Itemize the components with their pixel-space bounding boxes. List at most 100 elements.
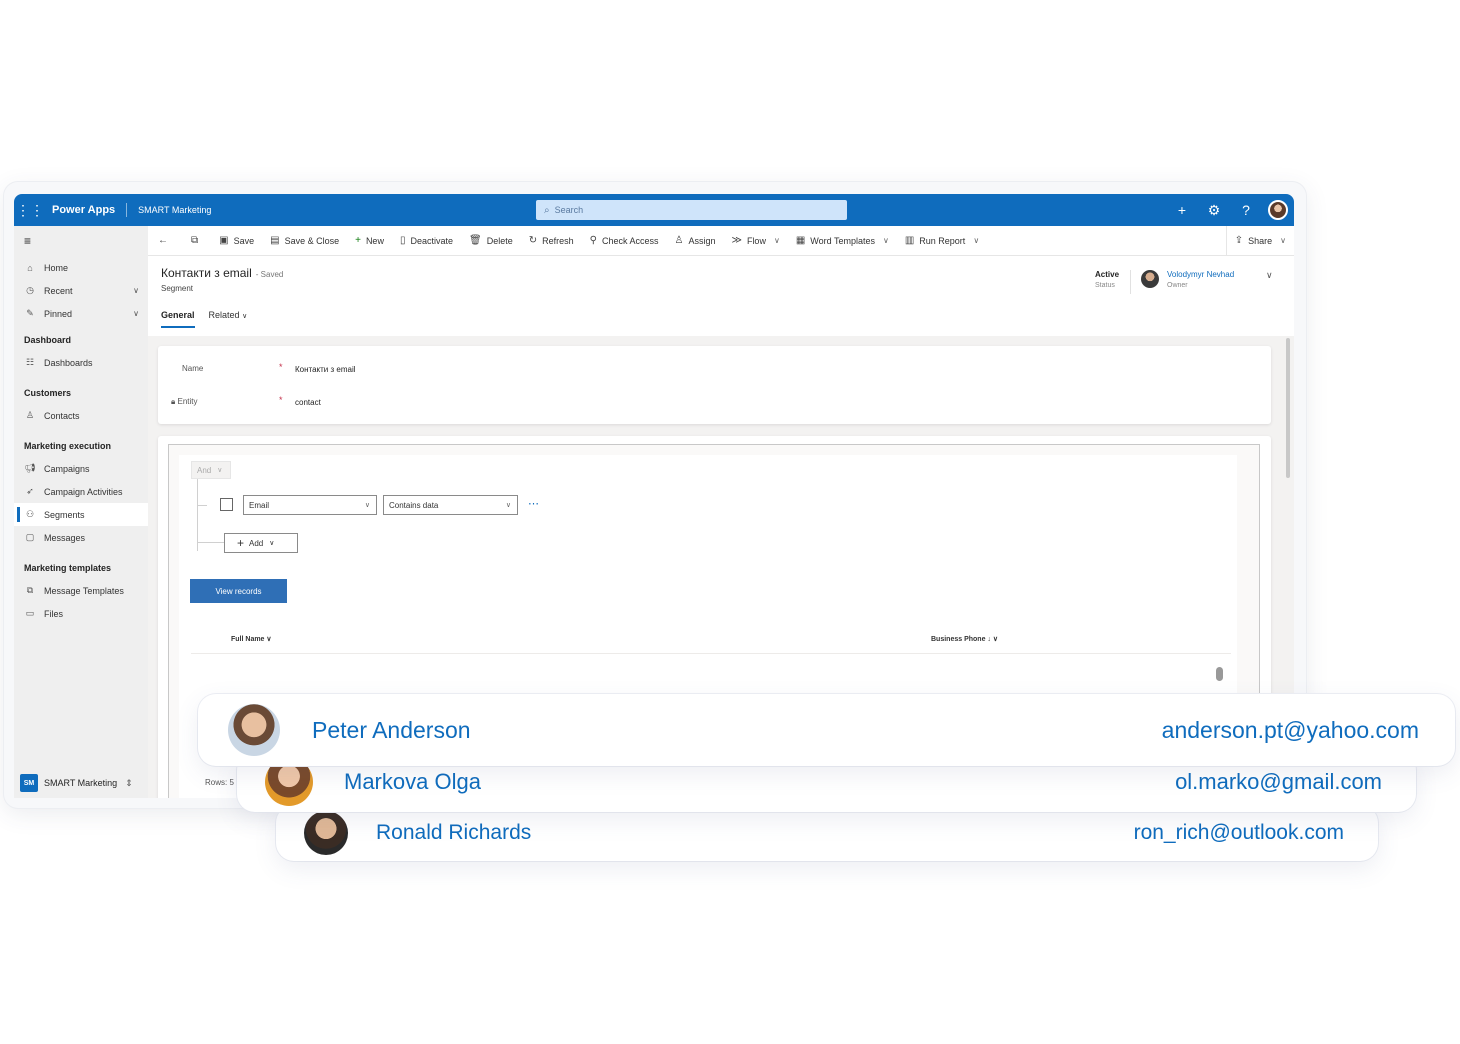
owner-name[interactable]: Volodymyr Nevhad (1167, 270, 1234, 279)
more-options-icon[interactable]: ⋯ (528, 497, 539, 510)
top-actions: + ⚙ ? (1166, 194, 1294, 226)
delete-button[interactable]: 🗑︎ Delete (461, 226, 521, 256)
owner-field: Volodymyr Nevhad Owner (1141, 270, 1234, 289)
dashboard-icon: ☷ (25, 357, 35, 367)
chevron-down-icon: ∨ (242, 313, 248, 320)
assign-label: Assign (688, 235, 716, 246)
chevron-down-icon: ∨ (973, 236, 980, 245)
report-icon: ▥ (904, 235, 915, 246)
check-access-button[interactable]: ⚲ Check Access (582, 226, 667, 256)
sidebar-item-files[interactable]: ▭ Files (14, 602, 148, 625)
sidebar-item-message-templates[interactable]: ⧉ Message Templates (14, 579, 148, 602)
page-scrollbar[interactable] (1286, 338, 1290, 478)
check-access-label: Check Access (601, 235, 659, 246)
search-icon: ⌕ (544, 204, 550, 216)
sidebar-item-contacts[interactable]: ♙ Contacts (14, 404, 148, 427)
delete-label: Delete (486, 235, 513, 246)
entity-field-label-row: 🔒︎ Entity (171, 397, 198, 407)
deactivate-label: Deactivate (410, 235, 453, 246)
area-switcher[interactable]: SM SMART Marketing ⇕ (14, 768, 148, 798)
tab-related[interactable]: Related ∨ (209, 310, 248, 328)
word-icon: ▦ (795, 235, 806, 246)
tab-general[interactable]: General (161, 310, 195, 328)
sidebar-item-home[interactable]: ⌂ Home (14, 256, 148, 279)
required-indicator: * (279, 362, 283, 372)
sidebar-item-campaigns[interactable]: 📢︎ Campaigns (14, 457, 148, 480)
sidebar: ≡ ⌂ Home ◷ Recent ∨ ✎ Pinned ∨ Dashboard ☷ Das… (14, 226, 148, 798)
name-field-label: Name (182, 364, 204, 373)
pin-icon: ✎ (26, 308, 34, 318)
sidebar-item-messages[interactable]: ▢ Messages (14, 526, 148, 549)
operator-select[interactable]: Contains data ∨ (383, 495, 518, 515)
sidebar-item-label: Campaigns (44, 463, 90, 474)
clock-icon: ◷ (26, 285, 34, 295)
share-icon: ⇪ (1234, 235, 1244, 246)
home-icon: ⌂ (27, 262, 33, 273)
brand-name[interactable]: Power Apps (52, 204, 115, 216)
search-input[interactable]: ⌕ Search (536, 200, 847, 220)
people-icon: ⚇ (25, 509, 35, 519)
chevron-down-icon: ∨ (266, 636, 272, 643)
chevron-down-icon[interactable]: ∨ (133, 286, 139, 295)
back-button[interactable]: ← (148, 226, 183, 256)
refresh-button[interactable]: ↻ Refresh (521, 226, 582, 256)
help-icon[interactable]: ? (1230, 202, 1262, 218)
rocket-icon: ➶ (26, 486, 34, 496)
assign-button[interactable]: ♙ Assign (666, 226, 723, 256)
run-report-button[interactable]: ▥ Run Report ∨ (897, 226, 987, 256)
open-window-icon: ⧉ (191, 235, 199, 246)
search-placeholder: Search (554, 205, 584, 215)
contact-name: Ronald Richards (376, 821, 532, 844)
add-label: Add (249, 538, 264, 548)
document-icon: ▯ (399, 235, 406, 246)
user-avatar[interactable] (1268, 200, 1288, 220)
word-templates-button[interactable]: ▦ Word Templates ∨ (788, 226, 897, 256)
grid-divider (191, 653, 1231, 654)
chevron-down-icon: ∨ (505, 502, 511, 509)
sidebar-item-segments[interactable]: ⚇ Segments (14, 503, 148, 526)
condition-checkbox[interactable] (220, 498, 233, 511)
chevron-down-icon[interactable]: ∨ (133, 309, 139, 318)
grid-scrollbar[interactable] (1216, 667, 1223, 681)
contact-avatar (228, 704, 280, 756)
app-launcher-icon[interactable]: ⋮⋮ (14, 194, 46, 226)
contact-card[interactable]: Peter Anderson anderson.pt@yahoo.com (198, 694, 1455, 766)
save-close-button[interactable]: ▤ Save & Close (262, 226, 347, 256)
contact-card[interactable]: Ronald Richards ron_rich@outlook.com (276, 805, 1378, 861)
top-bar: ⋮⋮ Power Apps SMART Marketing ⌕ Search +… (14, 194, 1294, 226)
app-name[interactable]: SMART Marketing (138, 205, 211, 215)
sidebar-group-title: Marketing execution (24, 441, 112, 451)
megaphone-icon: 📢︎ (24, 463, 36, 473)
gear-icon[interactable]: ⚙ (1198, 202, 1230, 219)
tree-line (197, 542, 227, 543)
save-button[interactable]: ▣ Save (211, 226, 262, 256)
group-operator-select[interactable]: And ∨ (191, 461, 231, 479)
sidebar-item-recent[interactable]: ◷ Recent ∨ (14, 279, 148, 302)
hamburger-icon[interactable]: ≡ (14, 226, 148, 256)
new-button[interactable]: + New (347, 226, 392, 256)
sidebar-item-campaign-activities[interactable]: ➶ Campaign Activities (14, 480, 148, 503)
view-records-button[interactable]: View records (190, 579, 287, 603)
column-header-full-name[interactable]: Full Name ∨ (231, 635, 272, 643)
tree-line (197, 479, 198, 551)
sidebar-item-label: Pinned (44, 308, 73, 319)
share-button[interactable]: ⇪ Share ∨ (1225, 225, 1294, 256)
sidebar-item-pinned[interactable]: ✎ Pinned ∨ (14, 302, 148, 325)
add-condition-button[interactable]: + Add ∨ (224, 533, 298, 553)
sidebar-item-dashboards[interactable]: ☷ Dashboards (14, 351, 148, 374)
chevron-down-icon[interactable]: ∨ (1266, 270, 1273, 281)
field-select[interactable]: Email ∨ (243, 495, 377, 515)
sidebar-item-label: Campaign Activities (44, 486, 123, 497)
deactivate-button[interactable]: ▯ Deactivate (392, 226, 461, 256)
sidebar-group-title: Customers (24, 388, 72, 398)
required-indicator: * (279, 395, 283, 405)
row-count: Rows: 5 (205, 778, 234, 787)
open-new-window-button[interactable]: ⧉ (183, 226, 211, 256)
template-icon: ⧉ (26, 585, 34, 595)
column-header-business-phone[interactable]: Business Phone ↓ ∨ (931, 635, 998, 643)
owner-label: Owner (1167, 282, 1188, 289)
plus-icon[interactable]: + (1166, 202, 1198, 218)
name-field[interactable]: Контакти з email (295, 365, 356, 374)
image-icon: ▭ (25, 608, 35, 618)
flow-button[interactable]: ≫ Flow ∨ (723, 226, 787, 256)
